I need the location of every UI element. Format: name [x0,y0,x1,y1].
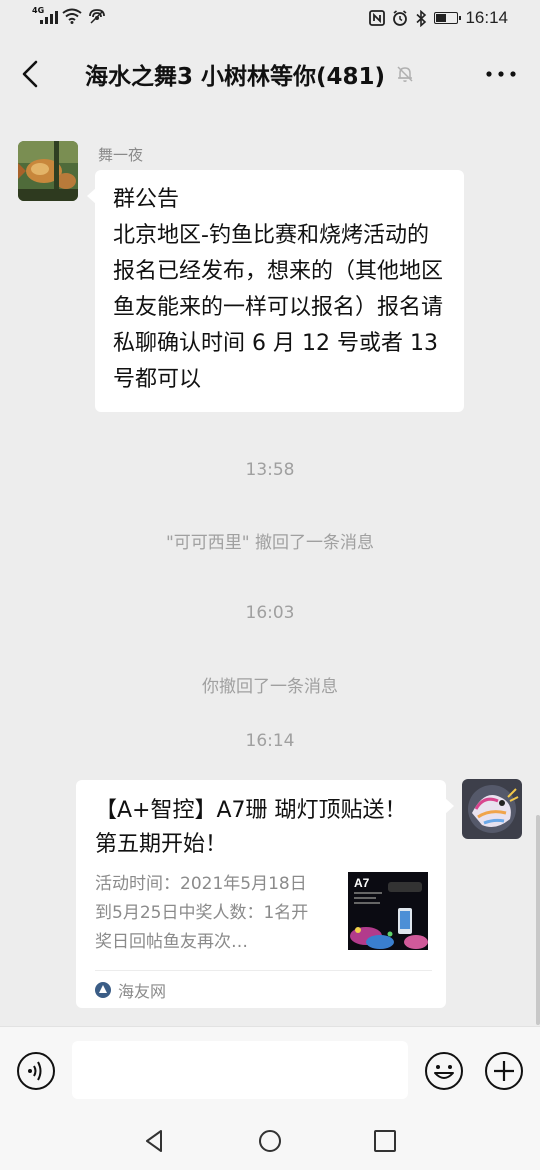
link-card-description: 活动时间：2021年5月18日到5月25日中奖人数：1名开奖日回帖鱼友再次… [95,874,309,952]
status-time: 16:14 [465,8,508,27]
nav-home-icon[interactable] [257,1128,283,1154]
input-bar [0,1026,540,1115]
status-left: 4G [32,6,106,24]
scrollbar[interactable] [536,815,540,1025]
title-wrap: 海水之舞3 小树林等你(481) [60,56,440,92]
nav-recents-icon[interactable] [372,1128,398,1154]
link-card-source: 海友网 [95,978,166,1002]
plus-icon[interactable] [484,1051,524,1091]
link-card-thumbnail: A7 [348,872,428,950]
timestamp: 16:14 [245,731,295,751]
timestamp: 13:58 [245,460,295,480]
hotspot-icon [89,9,105,24]
thumb-label: A7 [354,876,370,890]
timestamp: 16:03 [245,603,295,623]
my-avatar[interactable] [462,779,522,839]
cell-signal-icon: 4G [32,6,58,24]
announcement-bubble[interactable]: 群公告 北京地区-钓鱼比赛和烧烤活动的报名已经发布，想来的（其他地区鱼友能来的一… [87,170,464,412]
link-card[interactable]: 【A+智控】A7珊 瑚灯顶贴送！第五期开始！ 活动时间：2021年5月18日到5… [76,780,454,1008]
link-card-title: 【A+智控】A7珊 瑚灯顶贴送！第五期开始！ [95,798,407,857]
announcement-heading: 群公告 [113,187,180,212]
announcement-body: 北京地区-钓鱼比赛和烧烤活动的报名已经发布，想来的（其他地区鱼友能来的一样可以报… [113,223,444,392]
wifi-icon [62,8,82,24]
battery-icon [434,12,462,24]
nav-back-icon[interactable] [142,1128,168,1154]
recall-notice-self: 你撤回了一条消息 [202,677,338,697]
chat-header: 海水之舞3 小树林等你(481) [0,38,540,112]
source-logo-icon [95,982,111,998]
link-card-divider [95,970,432,971]
alarm-icon [393,10,408,26]
voice-input-icon[interactable] [16,1051,56,1091]
bluetooth-icon [416,9,427,27]
more-options-icon[interactable] [484,62,518,86]
status-bar: 4G 16:14 [0,0,540,38]
link-card-source-name: 海友网 [118,982,167,1001]
sender-name: 舞一夜 [98,146,144,164]
message-input[interactable] [72,1041,408,1099]
nfc-icon [369,10,386,26]
back-icon[interactable] [16,56,48,92]
emoji-icon[interactable] [424,1051,464,1091]
status-right: 16:14 [369,8,508,28]
mute-bell-icon [397,66,413,82]
chat-title: 海水之舞3 小树林等你(481) [84,64,386,90]
recall-notice: "可可西里" 撤回了一条消息 [165,533,375,553]
system-nav-bar [0,1114,540,1170]
sender-avatar[interactable] [18,141,78,201]
